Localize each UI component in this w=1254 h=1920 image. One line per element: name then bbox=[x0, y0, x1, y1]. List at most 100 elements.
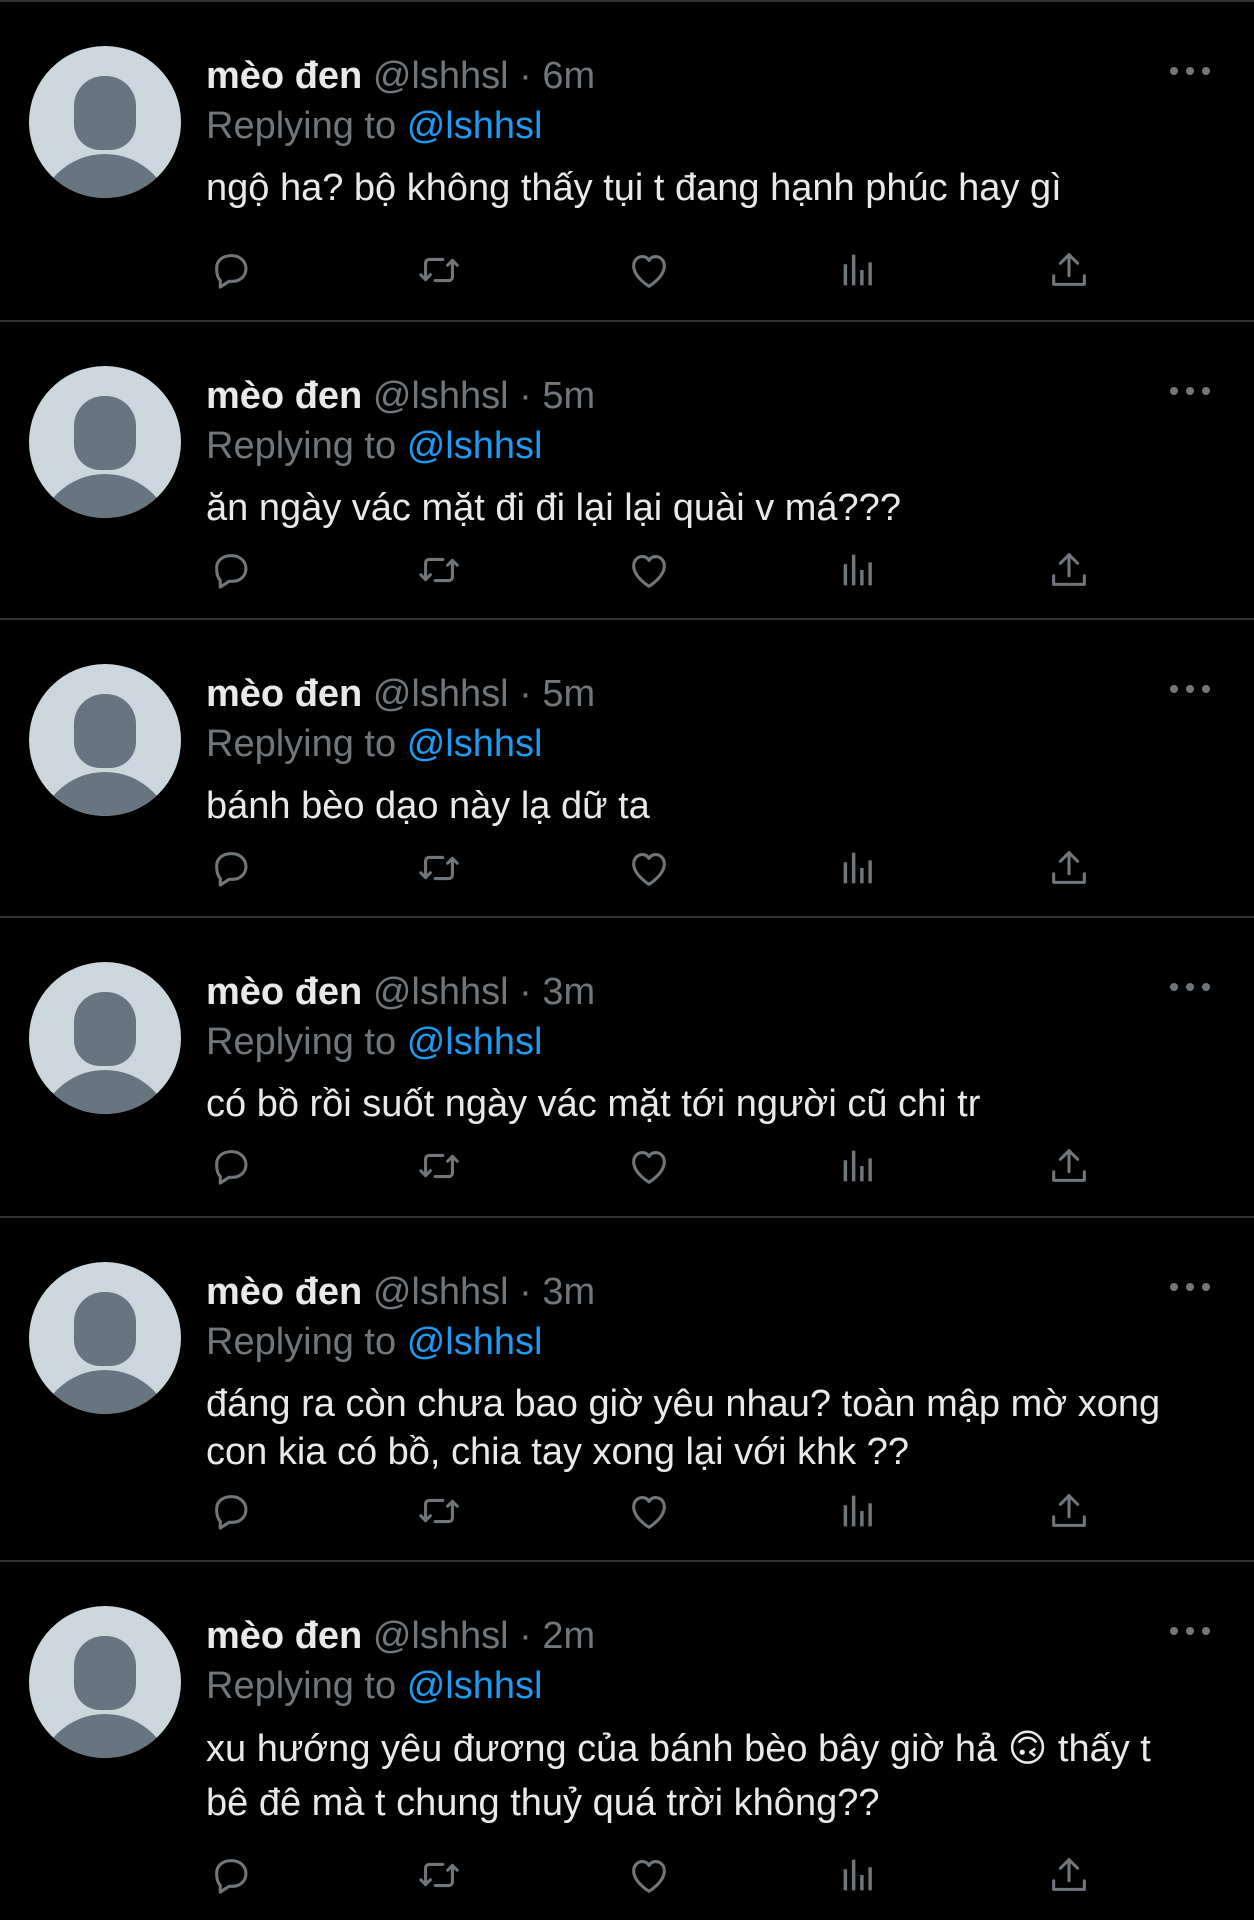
more-icon[interactable] bbox=[1170, 376, 1210, 406]
display-name[interactable]: mèo đen bbox=[206, 1615, 362, 1657]
replying-prefix: Replying to bbox=[206, 1021, 397, 1063]
replying-mention[interactable]: @lshhsl bbox=[407, 1021, 543, 1063]
tweet-header: mèo đen @lshhsl · 3m bbox=[206, 970, 595, 1014]
timestamp[interactable]: 2m bbox=[542, 1615, 595, 1657]
views-icon[interactable] bbox=[836, 845, 886, 895]
display-name[interactable]: mèo đen bbox=[206, 375, 362, 417]
separator-dot: · bbox=[519, 1615, 532, 1657]
tweet[interactable]: mèo đen @lshhsl · 2m Replying to @lshhsl… bbox=[0, 1560, 1254, 1920]
reply-icon[interactable] bbox=[208, 247, 258, 297]
tweet-text: bánh bèo dạo này lạ dữ ta bbox=[206, 785, 650, 827]
tweet[interactable]: mèo đen @lshhsl · 3m Replying to @lshhsl… bbox=[0, 916, 1254, 1218]
retweet-icon[interactable] bbox=[416, 845, 466, 895]
heart-icon[interactable] bbox=[626, 1143, 676, 1193]
avatar[interactable] bbox=[29, 1606, 181, 1758]
display-name[interactable]: mèo đen bbox=[206, 971, 362, 1013]
share-icon[interactable] bbox=[1046, 845, 1096, 895]
tweet-text: ăn ngày vác mặt đi đi lại lại quài v má?… bbox=[206, 487, 901, 529]
heart-icon[interactable] bbox=[626, 1852, 676, 1902]
display-name[interactable]: mèo đen bbox=[206, 1271, 362, 1313]
heart-icon[interactable] bbox=[626, 1488, 676, 1538]
action-bar bbox=[206, 1852, 1106, 1902]
replying-prefix: Replying to bbox=[206, 1321, 397, 1363]
retweet-icon[interactable] bbox=[416, 247, 466, 297]
user-handle[interactable]: @lshhsl bbox=[373, 1615, 509, 1657]
heart-icon[interactable] bbox=[626, 247, 676, 297]
separator-dot: · bbox=[519, 673, 532, 715]
reply-icon[interactable] bbox=[208, 1488, 258, 1538]
tweet[interactable]: mèo đen @lshhsl · 3m Replying to @lshhsl… bbox=[0, 1216, 1254, 1562]
reply-icon[interactable] bbox=[208, 845, 258, 895]
tweet-text: đáng ra còn chưa bao giờ yêu nhau? toàn … bbox=[206, 1383, 1161, 1473]
replying-to: Replying to @lshhsl bbox=[206, 1320, 542, 1364]
views-icon[interactable] bbox=[836, 1852, 886, 1902]
replying-mention[interactable]: @lshhsl bbox=[407, 1665, 543, 1707]
user-handle[interactable]: @lshhsl bbox=[373, 375, 509, 417]
heart-icon[interactable] bbox=[626, 547, 676, 597]
replying-mention[interactable]: @lshhsl bbox=[407, 425, 543, 467]
avatar[interactable] bbox=[29, 664, 181, 816]
tweet-text: có bồ rồi suốt ngày vác mặt tới người cũ… bbox=[206, 1083, 981, 1125]
avatar[interactable] bbox=[29, 366, 181, 518]
heart-icon[interactable] bbox=[626, 845, 676, 895]
timestamp[interactable]: 3m bbox=[542, 1271, 595, 1313]
replying-mention[interactable]: @lshhsl bbox=[407, 723, 543, 765]
replying-to: Replying to @lshhsl bbox=[206, 104, 542, 148]
reply-icon[interactable] bbox=[208, 1143, 258, 1193]
replying-to: Replying to @lshhsl bbox=[206, 722, 542, 766]
more-icon[interactable] bbox=[1170, 56, 1210, 86]
separator-dot: · bbox=[519, 1271, 532, 1313]
reply-timeline: mèo đen @lshhsl · 6m Replying to @lshhsl… bbox=[0, 0, 1254, 1920]
replying-prefix: Replying to bbox=[206, 1665, 397, 1707]
more-icon[interactable] bbox=[1170, 972, 1210, 1002]
reply-icon[interactable] bbox=[208, 1852, 258, 1902]
user-handle[interactable]: @lshhsl bbox=[373, 971, 509, 1013]
views-icon[interactable] bbox=[836, 247, 886, 297]
retweet-icon[interactable] bbox=[416, 1488, 466, 1538]
user-handle[interactable]: @lshhsl bbox=[373, 55, 509, 97]
retweet-icon[interactable] bbox=[416, 1143, 466, 1193]
retweet-icon[interactable] bbox=[416, 547, 466, 597]
tweet-header: mèo đen @lshhsl · 3m bbox=[206, 1270, 595, 1314]
replying-mention[interactable]: @lshhsl bbox=[407, 105, 543, 147]
share-icon[interactable] bbox=[1046, 1488, 1096, 1538]
separator-dot: · bbox=[519, 971, 532, 1013]
replying-to: Replying to @lshhsl bbox=[206, 1664, 542, 1708]
replying-prefix: Replying to bbox=[206, 425, 397, 467]
replying-prefix: Replying to bbox=[206, 723, 397, 765]
timestamp[interactable]: 5m bbox=[542, 375, 595, 417]
tweet[interactable]: mèo đen @lshhsl · 5m Replying to @lshhsl… bbox=[0, 618, 1254, 918]
avatar[interactable] bbox=[29, 46, 181, 198]
action-bar bbox=[206, 845, 1106, 895]
tweet[interactable]: mèo đen @lshhsl · 5m Replying to @lshhsl… bbox=[0, 320, 1254, 620]
separator-dot: · bbox=[519, 375, 532, 417]
reply-icon[interactable] bbox=[208, 547, 258, 597]
views-icon[interactable] bbox=[836, 1143, 886, 1193]
tweet-header: mèo đen @lshhsl · 5m bbox=[206, 672, 595, 716]
timestamp[interactable]: 3m bbox=[542, 971, 595, 1013]
timestamp[interactable]: 5m bbox=[542, 673, 595, 715]
action-bar bbox=[206, 1143, 1106, 1193]
retweet-icon[interactable] bbox=[416, 1852, 466, 1902]
tweet[interactable]: mèo đen @lshhsl · 6m Replying to @lshhsl… bbox=[0, 0, 1254, 322]
more-icon[interactable] bbox=[1170, 1272, 1210, 1302]
more-icon[interactable] bbox=[1170, 1616, 1210, 1646]
timestamp[interactable]: 6m bbox=[542, 55, 595, 97]
display-name[interactable]: mèo đen bbox=[206, 55, 362, 97]
views-icon[interactable] bbox=[836, 547, 886, 597]
replying-to: Replying to @lshhsl bbox=[206, 424, 542, 468]
more-icon[interactable] bbox=[1170, 674, 1210, 704]
share-icon[interactable] bbox=[1046, 247, 1096, 297]
views-icon[interactable] bbox=[836, 1488, 886, 1538]
display-name[interactable]: mèo đen bbox=[206, 673, 362, 715]
user-handle[interactable]: @lshhsl bbox=[373, 1271, 509, 1313]
avatar[interactable] bbox=[29, 962, 181, 1114]
share-icon[interactable] bbox=[1046, 1143, 1096, 1193]
tweet-text: ngộ ha? bộ không thấy tụi t đang hạnh ph… bbox=[206, 167, 1062, 209]
share-icon[interactable] bbox=[1046, 1852, 1096, 1902]
avatar[interactable] bbox=[29, 1262, 181, 1414]
action-bar bbox=[206, 547, 1106, 597]
share-icon[interactable] bbox=[1046, 547, 1096, 597]
user-handle[interactable]: @lshhsl bbox=[373, 673, 509, 715]
replying-mention[interactable]: @lshhsl bbox=[407, 1321, 543, 1363]
